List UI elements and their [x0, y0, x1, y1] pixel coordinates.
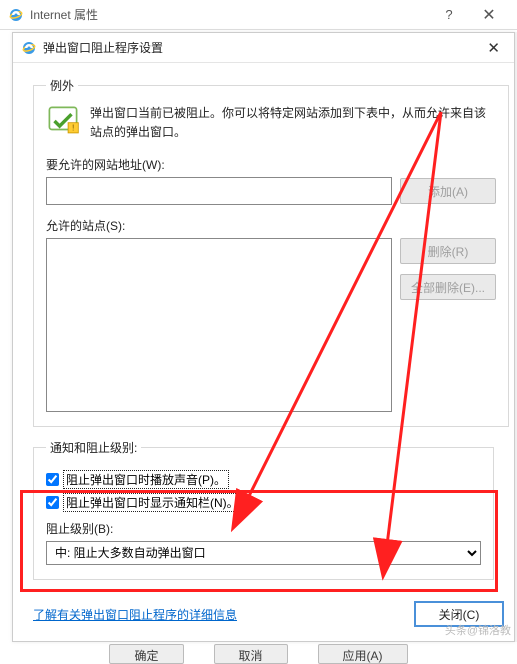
allowed-sites-label: 允许的站点(S):	[46, 217, 496, 234]
sound-checkbox[interactable]	[46, 473, 59, 486]
remove-button[interactable]: 删除(R)	[400, 238, 496, 264]
parent-window-titlebar: Internet 属性 ? ✕	[0, 0, 517, 30]
watermark: 头条@锦洛教	[445, 622, 511, 638]
ie-icon	[21, 40, 37, 56]
add-button[interactable]: 添加(A)	[400, 178, 496, 204]
parent-window-title: Internet 属性	[30, 6, 429, 23]
dialog-footer: 了解有关弹出窗口阻止程序的详细信息 关闭(C)	[33, 601, 504, 627]
intro-text: 弹出窗口当前已被阻止。你可以将特定网站添加到下表中，从而允许来自该站点的弹出窗口…	[90, 104, 496, 142]
dialog-close-button[interactable]: ✕	[481, 37, 506, 59]
block-level-select[interactable]: 中: 阻止大多数自动弹出窗口	[46, 541, 481, 565]
dialog-header: 弹出窗口阻止程序设置 ✕	[13, 33, 514, 63]
parent-dialog-buttons: 确定 取消 应用(A)	[0, 644, 517, 664]
dialog-title: 弹出窗口阻止程序设置	[43, 39, 481, 56]
help-button[interactable]: ?	[429, 7, 469, 22]
address-label: 要允许的网站地址(W):	[46, 156, 496, 173]
parent-apply-button[interactable]: 应用(A)	[318, 644, 408, 664]
shield-icon: !	[46, 104, 80, 138]
notify-fieldset: 通知和阻止级别: 阻止弹出窗口时播放声音(P)。 阻止弹出窗口时显示通知栏(N)…	[33, 439, 494, 580]
notify-legend: 通知和阻止级别:	[46, 439, 141, 456]
notify-bar-checkbox-label: 阻止弹出窗口时显示通知栏(N)。	[63, 493, 242, 512]
block-level-label: 阻止级别(B):	[46, 520, 481, 537]
remove-all-button[interactable]: 全部删除(E)...	[400, 274, 496, 300]
svg-text:!: !	[72, 122, 74, 132]
exceptions-fieldset: 例外 ! 弹出窗口当前已被阻止。你可以将特定网站添加到下表中，从而允许来自该站点…	[33, 77, 509, 427]
notify-bar-checkbox[interactable]	[46, 496, 59, 509]
exceptions-legend: 例外	[46, 77, 78, 94]
popup-blocker-settings-dialog: 弹出窗口阻止程序设置 ✕ 例外 ! 弹出窗口当前已被阻止。你可以将特定网站添加到…	[12, 32, 515, 642]
ie-icon	[8, 7, 24, 23]
window-close-button[interactable]: ✕	[469, 5, 509, 25]
parent-cancel-button[interactable]: 取消	[214, 644, 288, 664]
address-input[interactable]	[46, 177, 392, 205]
sound-checkbox-label: 阻止弹出窗口时播放声音(P)。	[63, 470, 229, 489]
allowed-sites-listbox[interactable]	[46, 238, 392, 412]
parent-ok-button[interactable]: 确定	[109, 644, 183, 664]
learn-more-link[interactable]: 了解有关弹出窗口阻止程序的详细信息	[33, 606, 237, 623]
